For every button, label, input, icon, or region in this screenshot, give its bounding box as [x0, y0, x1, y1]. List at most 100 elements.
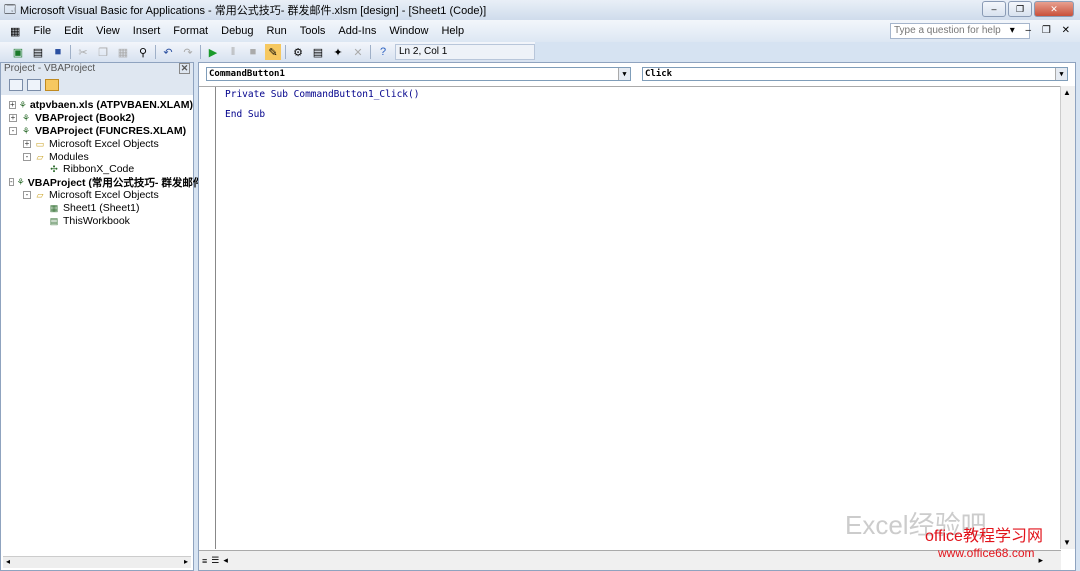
menu-tools[interactable]: Tools — [300, 25, 326, 37]
tree-item-label: RibbonX_Code — [63, 163, 135, 176]
view-object-button[interactable] — [27, 79, 41, 91]
redo-icon[interactable]: ↷ — [180, 44, 196, 60]
scroll-left-icon[interactable]: ◂ — [223, 555, 228, 566]
watermark-url: www.office68.com — [938, 546, 1035, 560]
collapse-icon[interactable]: - — [23, 190, 31, 199]
tree-item-label: Sheet1 (Sheet1) — [63, 201, 140, 214]
tree-item[interactable]: - ⚘ VBAProject (FUNCRES.XLAM) — [1, 125, 193, 138]
save-icon[interactable]: ■ — [50, 44, 66, 60]
folder-open-icon: ▱ — [36, 189, 44, 200]
menu-debug[interactable]: Debug — [221, 25, 253, 37]
chevron-down-icon[interactable]: ▼ — [1055, 68, 1067, 80]
design-mode-icon[interactable]: ✎ — [265, 44, 281, 60]
menu-view[interactable]: View — [96, 25, 120, 37]
procedure-dropdown-value: Click — [645, 69, 673, 79]
toggle-folders-button[interactable] — [45, 79, 59, 91]
insert-userform-icon[interactable]: ▤ — [30, 44, 46, 60]
copy-icon[interactable]: ❐ — [95, 44, 111, 60]
close-button[interactable]: ✕ — [1034, 1, 1074, 17]
folder-open-icon: ▱ — [36, 151, 44, 162]
help-icon[interactable]: ? — [375, 44, 391, 60]
view-excel-icon[interactable]: ▣ — [10, 44, 26, 60]
menu-edit[interactable]: Edit — [64, 25, 83, 37]
standard-toolbar: ▣ ▤ ■ ✂ ❐ ▦ ⚲ ↶ ↷ ▶ ‖ ■ ✎ ⚙ ▤ ✦ ✕ ? Ln 2… — [0, 42, 535, 62]
tree-item-label: VBAProject (Book2) — [35, 112, 135, 125]
watermark-site-name: office教程学习网 — [925, 528, 1043, 545]
expand-icon[interactable]: + — [23, 139, 31, 148]
tree-item-label: atpvbaen.xls (ATPVBAEN.XLAM) — [29, 99, 193, 112]
paste-icon[interactable]: ▦ — [115, 44, 131, 60]
module-icon: ✣ — [50, 164, 58, 175]
tree-item[interactable]: ▤ ThisWorkbook — [1, 214, 193, 227]
vba-app-icon: 🗔 — [4, 3, 16, 16]
title-bar: 🗔 Microsoft Visual Basic for Application… — [0, 0, 1080, 20]
code-bottom-bar: ≡ ☰ ◂ ▸ — [199, 550, 1061, 570]
vba-menu-icon[interactable]: ▦ — [10, 25, 20, 38]
toolbox-icon[interactable]: ✕ — [350, 44, 366, 60]
tree-item[interactable]: + ▭ Microsoft Excel Objects — [1, 137, 193, 150]
sheet-icon: ▦ — [49, 202, 59, 213]
menu-run[interactable]: Run — [267, 25, 287, 37]
properties-icon[interactable]: ▤ — [310, 44, 326, 60]
break-icon[interactable]: ‖ — [225, 44, 241, 60]
vba-project-icon: ⚘ — [16, 177, 25, 188]
restore-button[interactable]: ❐ — [1008, 1, 1032, 17]
chevron-down-icon[interactable]: ▼ — [618, 68, 630, 80]
procedure-view-button[interactable]: ≡ — [202, 556, 207, 566]
vba-project-icon: ⚘ — [21, 125, 31, 136]
expand-icon[interactable]: + — [9, 114, 17, 123]
workbook-icon: ▤ — [49, 215, 59, 226]
tree-item[interactable]: - ⚘ VBAProject (常用公式技巧- 群发邮件.xlsm) — [1, 176, 234, 189]
tree-item[interactable]: ▦ Sheet1 (Sheet1) — [1, 201, 193, 214]
tree-item-label: ThisWorkbook — [63, 214, 130, 227]
object-browser-icon[interactable]: ✦ — [330, 44, 346, 60]
code-window: CommandButton1 ▼ Click ▼ Private Sub Comma… — [198, 62, 1076, 571]
folder-icon: ▭ — [35, 138, 45, 149]
project-explorer: Project - VBAProject ✕ + ⚘ atpvbaen.xls (AT… — [0, 62, 234, 571]
vertical-scrollbar[interactable]: ▲ ▼ — [1060, 86, 1075, 549]
minimize-button[interactable]: – — [982, 1, 1006, 17]
close-icon[interactable]: ✕ — [179, 63, 190, 74]
object-dropdown-value: CommandButton1 — [209, 69, 285, 79]
project-explorer-icon[interactable]: ⚙ — [290, 44, 306, 60]
tree-item-label: Microsoft Excel Objects — [49, 137, 159, 150]
menu-insert[interactable]: Insert — [133, 25, 161, 37]
undo-icon[interactable]: ↶ — [160, 44, 176, 60]
procedure-dropdown[interactable]: Click ▼ — [642, 67, 1068, 81]
code-line[interactable]: Private Sub CommandButton1_Click() — [225, 90, 419, 100]
menu-add-ins[interactable]: Add-Ins — [338, 25, 376, 37]
full-module-view-button[interactable]: ☰ — [211, 555, 219, 566]
tree-item[interactable]: - ▱ Microsoft Excel Objects — [1, 189, 193, 202]
window-title: Microsoft Visual Basic for Applications … — [19, 5, 487, 17]
tree-item-label: Modules — [49, 150, 89, 163]
menu-window[interactable]: Window — [389, 25, 428, 37]
project-tree: + ⚘ atpvbaen.xls (ATPVBAEN.XLAM) + ⚘ VBAProje… — [1, 95, 234, 227]
mdi-window-buttons[interactable]: ▾ – ❐ ✕ — [1010, 25, 1074, 36]
menu-format[interactable]: Format — [173, 25, 208, 37]
menu-help[interactable]: Help — [441, 25, 464, 37]
tree-item[interactable]: + ⚘ atpvbaen.xls (ATPVBAEN.XLAM) — [1, 99, 193, 112]
vba-project-icon: ⚘ — [18, 100, 27, 111]
tree-item[interactable]: - ▱ Modules — [1, 150, 193, 163]
tree-item-label: VBAProject (FUNCRES.XLAM) — [35, 124, 187, 137]
view-code-button[interactable] — [9, 79, 23, 91]
cursor-position: Ln 2, Col 1 — [395, 44, 535, 60]
run-icon[interactable]: ▶ — [205, 44, 221, 60]
collapse-icon[interactable]: - — [23, 152, 31, 161]
scroll-right-icon[interactable]: ▸ — [1038, 555, 1043, 566]
vba-project-icon: ⚘ — [21, 113, 31, 124]
tree-item[interactable]: + ⚘ VBAProject (Book2) — [1, 112, 193, 125]
margin-indicator-bar[interactable] — [199, 87, 216, 549]
tree-item-label: Microsoft Excel Objects — [49, 188, 159, 201]
collapse-icon[interactable]: - — [9, 178, 14, 187]
cut-icon[interactable]: ✂ — [75, 44, 91, 60]
object-dropdown[interactable]: CommandButton1 ▼ — [206, 67, 631, 81]
reset-icon[interactable]: ■ — [245, 44, 261, 60]
horizontal-scrollbar[interactable]: ◂ ▸ — [3, 556, 191, 568]
collapse-icon[interactable]: - — [9, 126, 17, 135]
menu-file[interactable]: File — [33, 25, 51, 37]
code-editor[interactable]: Private Sub CommandButton1_Click() End Su… — [199, 86, 1061, 549]
expand-icon[interactable]: + — [9, 101, 16, 110]
code-line[interactable]: End Sub — [225, 110, 419, 120]
find-icon[interactable]: ⚲ — [135, 44, 151, 60]
